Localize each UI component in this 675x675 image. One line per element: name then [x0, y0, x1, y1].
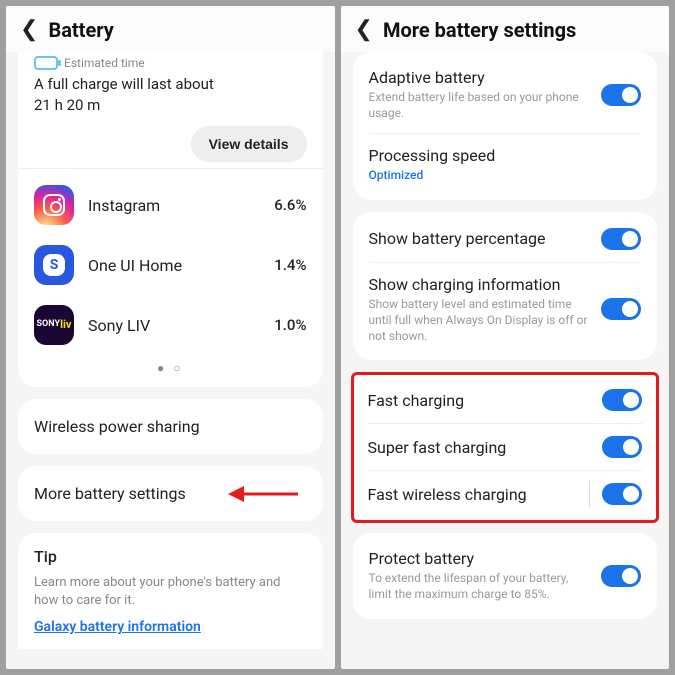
fast-charging-toggle[interactable]: [602, 389, 642, 411]
oneui-icon: S: [34, 245, 74, 285]
show-charging-toggle[interactable]: [601, 298, 641, 320]
setting-subtitle: Optimized: [369, 167, 632, 183]
show-battery-percentage-row[interactable]: Show battery percentage: [369, 216, 642, 263]
divider: [18, 168, 323, 169]
setting-subtitle: Extend battery life based on your phone …: [369, 89, 592, 121]
adaptive-battery-row[interactable]: Adaptive battery Extend battery life bas…: [369, 56, 642, 134]
content: Estimated time A full charge will last a…: [6, 52, 335, 669]
header: ❮ Battery: [6, 6, 335, 52]
estimated-time-row: Estimated time: [34, 56, 307, 70]
settings-group-1: Adaptive battery Extend battery life bas…: [353, 52, 658, 200]
page-title: Battery: [48, 18, 113, 42]
page-indicator: ● ○: [34, 355, 307, 377]
charge-estimate-text: A full charge will last about 21 h 20 m: [34, 74, 307, 116]
fast-charging-highlight: Fast charging Super fast charging Fast w…: [351, 372, 660, 523]
setting-title: Fast wireless charging: [368, 485, 593, 504]
fast-charging-row[interactable]: Fast charging: [368, 377, 643, 424]
page-title: More battery settings: [383, 18, 576, 42]
pointer-arrow-icon: [228, 483, 298, 505]
app-name: Instagram: [88, 196, 260, 215]
app-percentage: 1.0%: [274, 316, 306, 334]
show-percentage-toggle[interactable]: [601, 228, 641, 250]
wireless-power-label: Wireless power sharing: [34, 417, 200, 436]
more-battery-settings-screen: ❮ More battery settings Adaptive battery…: [341, 6, 670, 669]
processing-speed-row[interactable]: Processing speed Optimized: [369, 134, 642, 195]
setting-title: Show charging information: [369, 275, 592, 294]
back-icon[interactable]: ❮: [355, 19, 373, 41]
more-battery-settings-row[interactable]: More battery settings: [18, 466, 323, 521]
wireless-power-sharing-row[interactable]: Wireless power sharing: [18, 399, 323, 454]
setting-title: Protect battery: [369, 549, 592, 568]
setting-title: Super fast charging: [368, 438, 593, 457]
fast-wireless-toggle[interactable]: [602, 483, 642, 505]
settings-group-4: Protect battery To extend the lifespan o…: [353, 533, 658, 618]
super-fast-charging-toggle[interactable]: [602, 436, 642, 458]
setting-title: Fast charging: [368, 391, 593, 410]
super-fast-charging-row[interactable]: Super fast charging: [368, 424, 643, 471]
setting-title: Processing speed: [369, 146, 632, 165]
app-name: Sony LIV: [88, 316, 260, 335]
setting-title: Show battery percentage: [369, 229, 592, 248]
protect-battery-row[interactable]: Protect battery To extend the lifespan o…: [369, 537, 642, 614]
setting-title: Adaptive battery: [369, 68, 592, 87]
show-charging-info-row[interactable]: Show charging information Show battery l…: [369, 263, 642, 357]
estimated-label: Estimated time: [64, 56, 145, 70]
app-percentage: 1.4%: [274, 256, 306, 274]
app-usage-row[interactable]: SONYliv Sony LIV 1.0%: [34, 295, 307, 355]
instagram-icon: [34, 185, 74, 225]
settings-group-2: Show battery percentage Show charging in…: [353, 212, 658, 361]
sonyliv-icon: SONYliv: [34, 305, 74, 345]
battery-icon: [34, 56, 58, 70]
tip-section: Tip Learn more about your phone's batter…: [18, 533, 323, 649]
app-name: One UI Home: [88, 256, 260, 275]
content: Adaptive battery Extend battery life bas…: [341, 52, 670, 669]
view-details-button[interactable]: View details: [191, 126, 307, 162]
app-percentage: 6.6%: [274, 196, 306, 214]
tip-text: Learn more about your phone's battery an…: [34, 574, 307, 610]
app-usage-row[interactable]: S One UI Home 1.4%: [34, 235, 307, 295]
tip-title: Tip: [34, 547, 307, 566]
battery-summary-section: Estimated time A full charge will last a…: [18, 52, 323, 387]
setting-subtitle: To extend the lifespan of your battery, …: [369, 570, 592, 602]
more-settings-label: More battery settings: [34, 484, 186, 503]
back-icon[interactable]: ❮: [20, 19, 38, 41]
fast-wireless-charging-row[interactable]: Fast wireless charging: [368, 471, 643, 518]
battery-screen: ❮ Battery Estimated time A full charge w…: [6, 6, 335, 669]
galaxy-battery-info-link[interactable]: Galaxy battery information: [34, 619, 201, 635]
setting-subtitle: Show battery level and estimated time un…: [369, 296, 592, 345]
adaptive-battery-toggle[interactable]: [601, 84, 641, 106]
protect-battery-toggle[interactable]: [601, 565, 641, 587]
app-usage-row[interactable]: Instagram 6.6%: [34, 175, 307, 235]
header: ❮ More battery settings: [341, 6, 670, 52]
separator: [589, 480, 590, 508]
